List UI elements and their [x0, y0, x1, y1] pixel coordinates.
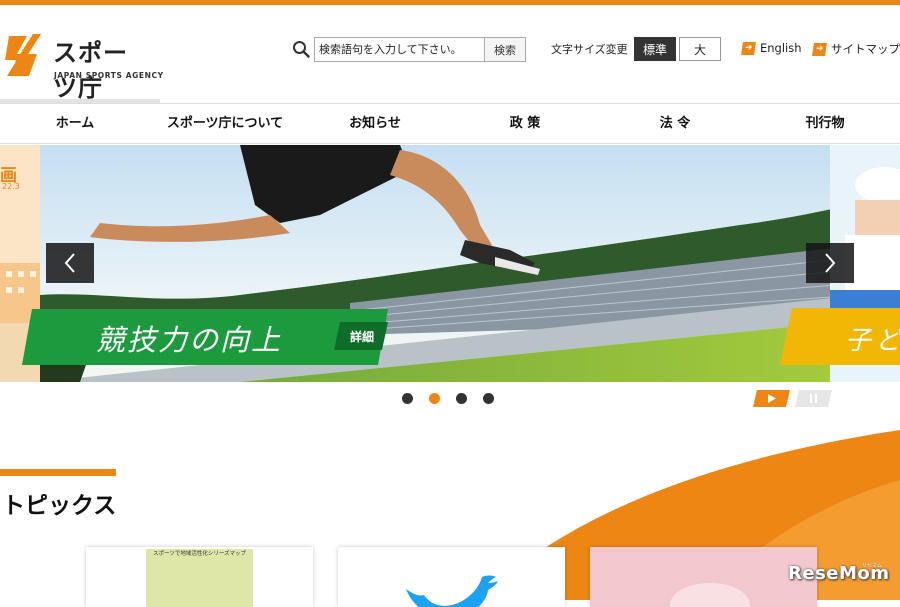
chevron-right-icon	[825, 253, 836, 273]
slider-dot-2[interactable]	[429, 393, 440, 404]
chevron-left-icon	[64, 253, 75, 273]
topic-card-pink[interactable]	[590, 547, 817, 607]
topic-card-map-image	[146, 549, 253, 607]
nav-item-publications[interactable]: 刊行物	[795, 104, 855, 144]
pause-icon	[810, 394, 812, 403]
twitter-bird-icon	[406, 575, 498, 607]
slider-dot-4[interactable]	[483, 393, 494, 404]
nav-item-news[interactable]: お知らせ	[335, 104, 415, 144]
top-accent-bar	[0, 0, 900, 5]
topics-accent-bar	[0, 469, 116, 476]
nav-item-home[interactable]: ホーム	[40, 104, 110, 144]
logo-mark-icon	[5, 34, 41, 76]
slide-caption-text: 競技力の向上	[96, 323, 283, 357]
english-link-label: English	[760, 41, 802, 55]
slider-prev-button[interactable]	[46, 243, 94, 283]
search-input[interactable]	[314, 37, 484, 62]
slider-dot-3[interactable]	[456, 393, 467, 404]
topic-card-twitter[interactable]	[338, 547, 565, 607]
slide-detail-button[interactable]: 詳細	[338, 322, 386, 350]
slider-dot-1[interactable]	[402, 393, 413, 404]
font-size-label: 文字サイズ変更	[551, 43, 628, 56]
nav-item-policy[interactable]: 政 策	[495, 104, 555, 144]
slider-next-button[interactable]	[806, 243, 854, 283]
logo-japanese-text: スポーツ庁	[53, 39, 128, 102]
sitemap-link-label: サイトマップ	[831, 42, 900, 56]
watermark-subtext: リセマム	[862, 563, 883, 569]
arrow-right-icon: ➔	[812, 42, 827, 56]
logo-english-text: JAPAN SPORTS AGENCY	[54, 71, 164, 80]
arrow-right-icon: ➔	[741, 41, 756, 55]
topic-card-map-text: スポーツで地域活性化シリーズマップ	[152, 551, 247, 557]
font-size-large-button[interactable]: 大	[679, 37, 721, 61]
site-logo[interactable]: スポーツ庁 JAPAN SPORTS AGENCY	[0, 30, 163, 102]
hero-slider: 画 22.3 競技力の向上 詳細 子ど	[0, 145, 900, 382]
search-button[interactable]: 検索	[484, 37, 526, 62]
sitemap-link[interactable]: ➔ サイトマップ	[812, 41, 900, 57]
slider-pause-button[interactable]	[795, 390, 832, 407]
english-link[interactable]: ➔ English	[741, 41, 802, 55]
topics-heading: トピックス	[2, 493, 117, 519]
main-navigation: ホーム スポーツ庁について お知らせ 政 策 法 令 刊行物	[0, 103, 900, 144]
nav-item-laws[interactable]: 法 令	[645, 104, 705, 144]
next-slide-caption-text: 子ど	[845, 326, 900, 356]
search-icon	[293, 41, 310, 58]
topic-card-map[interactable]: スポーツで地域活性化シリーズマップ	[86, 547, 313, 607]
topic-card-illustration	[670, 583, 750, 607]
font-size-standard-button[interactable]: 標準	[634, 37, 676, 61]
nav-item-about[interactable]: スポーツ庁について	[160, 104, 290, 144]
slider-play-button[interactable]	[753, 390, 790, 407]
